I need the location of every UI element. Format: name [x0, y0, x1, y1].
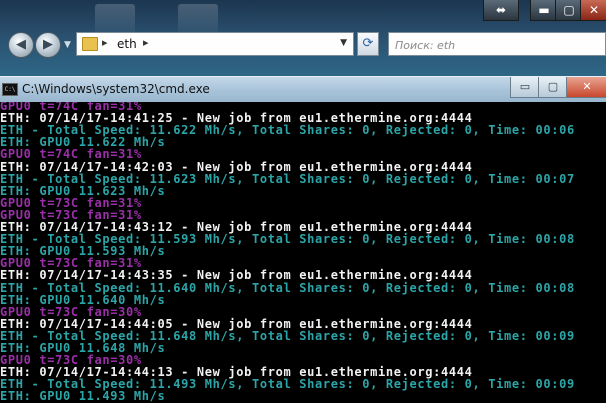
console-line-speed: ETH - Total Speed: 11.640 Mh/s, Total Sh…: [0, 280, 575, 295]
search-box[interactable]: [388, 32, 606, 57]
console-line-gpu: GPU0 t=73C fan=30%: [0, 304, 142, 319]
console-line-job: ETH: 07/14/17-14:42:03 - New job from eu…: [0, 159, 473, 174]
console-line-speed: ETH - Total Speed: 11.623 Mh/s, Total Sh…: [0, 171, 575, 186]
refresh-icon[interactable]: ⟳: [357, 32, 379, 56]
console-line-speed: ETH: GPU0 11.493 Mh/s: [0, 389, 166, 403]
close-button[interactable]: ✕: [566, 77, 606, 98]
cmd-titlebar[interactable]: C:\ C:\Windows\system32\cmd.exe ▭ ▢ ✕: [0, 76, 606, 103]
chevron-right-icon[interactable]: ▸: [102, 36, 108, 49]
cmd-icon: C:\: [2, 83, 18, 96]
console-line-gpu: GPU0 t=73C fan=31%: [0, 195, 142, 210]
console-line-job: ETH: 07/14/17-14:43:35 - New job from eu…: [0, 268, 473, 283]
search-input[interactable]: [389, 33, 601, 57]
close-icon[interactable]: ✕: [580, 0, 606, 21]
console-line-speed: ETH: GPU0 11.640 Mh/s: [0, 292, 166, 307]
chevron-down-icon[interactable]: ▼: [64, 40, 71, 50]
console-line-gpu: GPU0 t=74C fan=31%: [0, 147, 142, 162]
console-line-job: ETH: 07/14/17-14:44:05 - New job from eu…: [0, 316, 473, 331]
chevron-down-icon[interactable]: ▼: [340, 38, 347, 48]
folder-icon: [82, 37, 98, 51]
address-path[interactable]: eth: [117, 37, 137, 51]
forward-arrow-icon[interactable]: ▶: [35, 32, 61, 58]
console-line-speed: ETH: GPU0 11.623 Mh/s: [0, 183, 166, 198]
explorer-window: ⬌ ▬ ▢ ✕ ◀ ▶ ▼ ▸ eth ▸ ▼ ⟳: [0, 0, 606, 82]
minimize-icon[interactable]: ▬: [530, 0, 558, 21]
maximize-button[interactable]: ▢: [538, 77, 568, 98]
cmd-title: C:\Windows\system32\cmd.exe: [22, 82, 210, 96]
back-arrow-icon[interactable]: ◀: [8, 32, 34, 58]
chevron-right-icon[interactable]: ▸: [143, 36, 149, 49]
maximize-icon[interactable]: ▢: [555, 0, 583, 21]
console-output[interactable]: GPU0 t=74C fan=31% ETH: 07/14/17-14:41:25…: [0, 102, 606, 403]
minimize-button[interactable]: ▭: [510, 77, 540, 98]
address-bar[interactable]: ▸ eth ▸ ▼: [76, 32, 354, 56]
desktop-icon: [95, 4, 135, 34]
resize-arrows-icon[interactable]: ⬌: [483, 0, 519, 21]
desktop-icon: [178, 4, 218, 34]
